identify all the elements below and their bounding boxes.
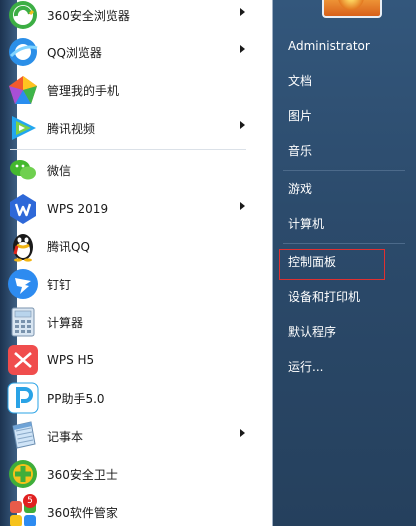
documents-link[interactable]: 文档 [279, 67, 407, 95]
program-label: 腾讯QQ [47, 239, 90, 254]
360-browser-icon [7, 0, 39, 31]
user-avatar[interactable] [322, 0, 382, 18]
program-label: 360安全浏览器 [47, 8, 130, 23]
program-qq[interactable]: 腾讯QQ [7, 228, 253, 264]
program-label: 记事本 [47, 429, 84, 444]
program-label: QQ浏览器 [47, 45, 102, 60]
program-dingtalk[interactable]: 钉钉 [7, 266, 253, 302]
program-label: 360软件管家 [47, 505, 118, 520]
run-link[interactable]: 运行... [279, 353, 407, 381]
submenu-arrow-icon [240, 45, 245, 53]
submenu-arrow-icon [240, 8, 245, 16]
default-programs-link[interactable]: 默认程序 [279, 318, 407, 346]
program-label: 管理我的手机 [47, 83, 120, 98]
flower-icon [338, 0, 364, 10]
submenu-arrow-icon [240, 121, 245, 129]
qq-browser-icon [7, 36, 39, 68]
program-360-software-manager[interactable]: 5 360软件管家 [7, 494, 253, 526]
divider [10, 149, 246, 150]
tencent-video-icon [7, 112, 39, 144]
music-link[interactable]: 音乐 [279, 137, 407, 165]
wechat-icon [7, 154, 39, 186]
program-label: WPS 2019 [47, 202, 109, 216]
program-pp-assistant[interactable]: PP助手5.0 [7, 380, 253, 416]
360-software-manager-icon: 5 [7, 494, 39, 526]
program-qq-browser[interactable]: QQ浏览器 [7, 34, 253, 70]
program-360-safe[interactable]: 360安全卫士 [7, 456, 253, 492]
submenu-arrow-icon [240, 202, 245, 210]
wps-h5-icon [7, 344, 39, 376]
program-tencent-video[interactable]: 腾讯视频 [7, 110, 253, 146]
program-label: 腾讯视频 [47, 121, 96, 136]
360-safe-icon [7, 458, 39, 490]
program-wps[interactable]: WPS 2019 [7, 191, 253, 227]
highlight-box [279, 249, 385, 280]
program-label: 微信 [47, 163, 72, 178]
submenu-arrow-icon [240, 429, 245, 437]
calculator-icon [7, 306, 39, 338]
program-label: WPS H5 [47, 353, 95, 367]
computer-link[interactable]: 计算机 [279, 210, 407, 238]
phone-manager-icon [7, 74, 39, 106]
games-link[interactable]: 游戏 [279, 175, 407, 203]
dingtalk-icon [7, 268, 39, 300]
program-label: 钉钉 [47, 277, 72, 292]
program-calculator[interactable]: 计算器 [7, 304, 253, 340]
divider [283, 243, 405, 244]
program-label: 计算器 [47, 315, 84, 330]
devices-and-printers-link[interactable]: 设备和打印机 [279, 283, 407, 311]
pp-assistant-icon [7, 382, 39, 414]
program-label: PP助手5.0 [47, 391, 105, 406]
program-phone-manager[interactable]: 管理我的手机 [7, 72, 253, 108]
start-menu: 360安全浏览器 QQ浏览器 管理我的手机 腾讯视频 微信 WPS 2019 腾… [0, 0, 416, 526]
notepad-icon [7, 420, 39, 452]
program-wps-h5[interactable]: WPS H5 [7, 342, 253, 378]
user-name-link[interactable]: Administrator [279, 32, 407, 60]
pictures-link[interactable]: 图片 [279, 102, 407, 130]
program-360-browser[interactable]: 360安全浏览器 [7, 0, 253, 33]
program-wechat[interactable]: 微信 [7, 152, 253, 188]
wps-icon [7, 193, 39, 225]
program-notepad[interactable]: 记事本 [7, 418, 253, 454]
divider [283, 170, 405, 171]
program-label: 360安全卫士 [47, 467, 118, 482]
qq-penguin-icon [7, 230, 39, 262]
notification-badge: 5 [23, 494, 37, 508]
